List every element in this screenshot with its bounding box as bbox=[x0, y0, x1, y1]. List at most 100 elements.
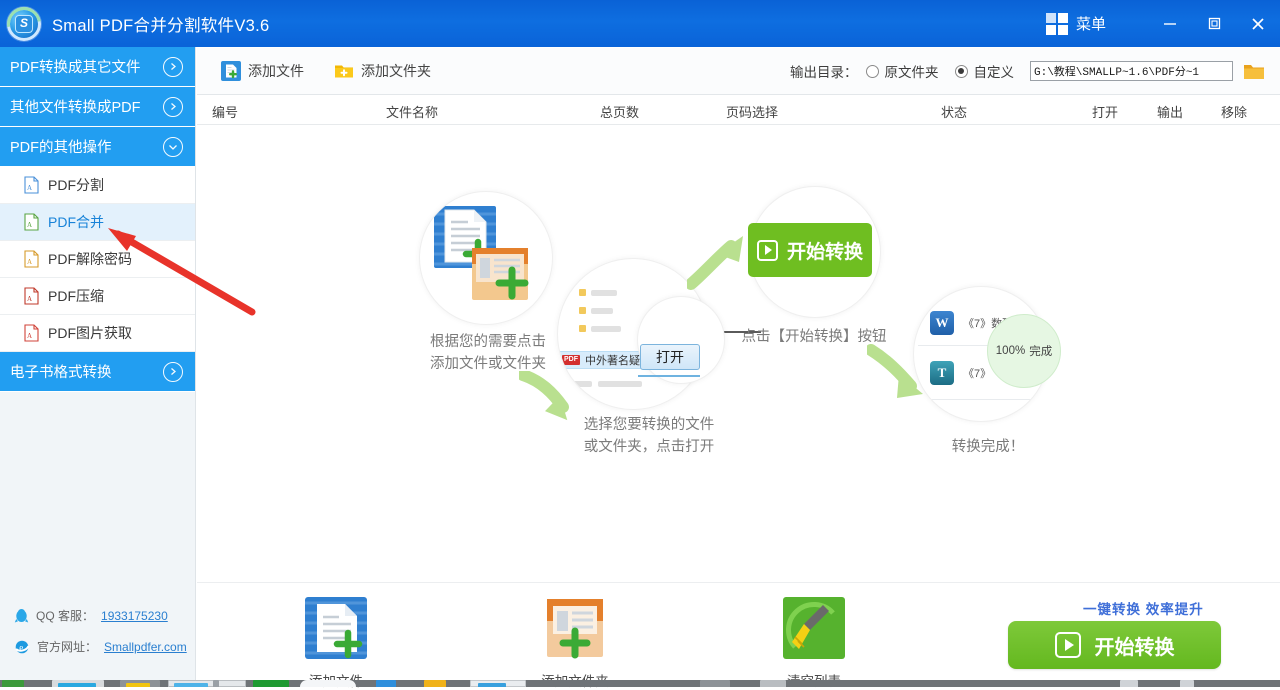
radio-original-label: 原文件夹 bbox=[884, 65, 939, 80]
pdf-file-icon: A bbox=[24, 287, 39, 305]
logo-letter: S bbox=[15, 14, 33, 33]
pdf-file-icon: A bbox=[24, 324, 39, 342]
column-header-filename: 文件名称 bbox=[386, 105, 439, 120]
menu-button[interactable]: 菜单 bbox=[1045, 12, 1106, 35]
sidebar-item-pdf-unlock[interactable]: A PDF解除密码 bbox=[0, 241, 195, 278]
grid-icon bbox=[1045, 12, 1068, 35]
start-convert-label: 开始转换 bbox=[1094, 636, 1175, 659]
pdf-file-icon: A bbox=[24, 213, 39, 231]
chevron-right-icon bbox=[163, 56, 183, 77]
maximize-button[interactable] bbox=[1192, 0, 1236, 47]
bottom-add-file-button[interactable]: 添加文件 bbox=[276, 597, 396, 690]
guide-start-label: 开始转换 bbox=[786, 241, 863, 263]
sidebar-item-pdf-extract-images[interactable]: A PDF图片获取 bbox=[0, 315, 195, 352]
sidebar-category-other-to-pdf[interactable]: 其他文件转换成PDF bbox=[0, 87, 195, 127]
sidebar-category-ebook-convert[interactable]: 电子书格式转换 bbox=[0, 352, 195, 392]
file-dialog-open-button[interactable]: 打开 bbox=[640, 344, 700, 370]
file-dialog-file-name: 中外著名疑 bbox=[585, 355, 640, 367]
svg-text:e: e bbox=[19, 642, 23, 652]
sidebar-category-label: 其他文件转换成PDF bbox=[10, 100, 141, 116]
close-icon bbox=[1252, 17, 1264, 30]
svg-text:A: A bbox=[27, 295, 32, 303]
sidebar-category-pdf-to-other[interactable]: PDF转换成其它文件 bbox=[0, 47, 195, 87]
guide-step4-text: 转换完成！ bbox=[951, 439, 1025, 455]
file-list-column-headers: 编号 文件名称 总页数 页码选择 状态 打开 输出 移除 bbox=[197, 95, 1280, 125]
bottom-clear-list-button[interactable]: 清空列表 bbox=[754, 597, 874, 690]
sidebar-category-label: PDF的其他操作 bbox=[10, 140, 112, 156]
browse-folder-button[interactable] bbox=[1242, 60, 1266, 82]
add-folder-button[interactable]: 添加文件夹 bbox=[334, 61, 431, 81]
guide-step2-line1: 选择您要转换的文件 bbox=[583, 417, 715, 433]
guide-start-button-preview: 开始转换 bbox=[748, 223, 872, 277]
output-path-input[interactable]: G:\教程\SMALLP~1.6\PDF分~1 bbox=[1030, 61, 1233, 81]
sidebar-item-label: PDF压缩 bbox=[48, 288, 104, 304]
add-file-label: 添加文件 bbox=[248, 63, 304, 79]
qq-penguin-icon bbox=[14, 608, 29, 624]
radio-dot bbox=[865, 64, 879, 78]
qq-number-link[interactable]: 1933175230 bbox=[101, 609, 168, 623]
add-folder-icon bbox=[334, 61, 354, 81]
sidebar-item-label: PDF解除密码 bbox=[48, 251, 132, 267]
windows-taskbar[interactable] bbox=[0, 680, 1280, 687]
radio-original-folder[interactable]: 原文件夹 bbox=[865, 61, 939, 81]
column-header-index: 编号 bbox=[212, 105, 239, 120]
sidebar-category-pdf-operations[interactable]: PDF的其他操作 bbox=[0, 127, 195, 167]
app-logo: S bbox=[0, 0, 48, 47]
progress-indicator: 100% 完成 bbox=[987, 314, 1061, 388]
column-header-output: 输出 bbox=[1157, 105, 1184, 120]
toolbar: 添加文件 添加文件夹 输出目录： 原文件夹 自定义 G:\教程\SMALLP~1… bbox=[197, 48, 1280, 95]
guide-step1-text: 根据您的需要点击 添加文件或文件夹 bbox=[393, 331, 583, 375]
sidebar-item-pdf-split[interactable]: A PDF分割 bbox=[0, 167, 195, 204]
maximize-icon bbox=[1208, 17, 1220, 30]
add-folder-icon bbox=[547, 599, 603, 659]
svg-text:A: A bbox=[27, 258, 32, 266]
sidebar-footer: QQ 客服： 1933175230 e 官方网址： Smallpdfer.com bbox=[0, 600, 195, 680]
start-convert-button[interactable]: 开始转换 bbox=[1008, 621, 1221, 669]
result-row2-text: 《7》 bbox=[963, 368, 992, 380]
bottom-add-folder-button[interactable]: 添加文件夹 bbox=[515, 597, 635, 690]
sidebar-category-label: 电子书格式转换 bbox=[10, 365, 112, 381]
app-title: Small PDF合并分割软件V3.6 bbox=[52, 16, 270, 35]
qq-support-row: QQ 客服： 1933175230 bbox=[0, 600, 195, 631]
radio-dot-selected bbox=[954, 64, 968, 78]
sidebar-item-pdf-merge[interactable]: A PDF合并 bbox=[0, 204, 195, 241]
add-file-icon bbox=[305, 597, 367, 659]
add-file-icon bbox=[221, 61, 241, 81]
guide-step2-line2: 或文件夹，点击打开 bbox=[583, 439, 715, 455]
sidebar-item-label: PDF分割 bbox=[48, 177, 104, 193]
svg-text:A: A bbox=[27, 184, 32, 192]
guide-step1-circle bbox=[419, 191, 553, 325]
sidebar-item-pdf-compress[interactable]: A PDF压缩 bbox=[0, 278, 195, 315]
website-label: 官方网址： bbox=[37, 640, 98, 654]
word-document-icon: W bbox=[930, 311, 954, 335]
title-bar: S Small PDF合并分割软件V3.6 菜单 bbox=[0, 0, 1280, 47]
website-link[interactable]: Smallpdfer.com bbox=[104, 640, 187, 654]
column-header-open: 打开 bbox=[1092, 105, 1119, 120]
folder-browse-icon bbox=[1244, 64, 1264, 79]
minimize-icon bbox=[1164, 22, 1176, 25]
close-button[interactable] bbox=[1236, 0, 1280, 47]
result-row-text: T 《7》 bbox=[930, 361, 991, 385]
guide-step1-line1: 根据您的需要点击 bbox=[430, 334, 546, 350]
column-header-pagerange: 页码选择 bbox=[726, 105, 779, 120]
text-document-icon: T bbox=[930, 361, 954, 385]
play-icon bbox=[1054, 632, 1081, 658]
radio-custom-folder[interactable]: 自定义 bbox=[954, 61, 1014, 81]
minimize-button[interactable] bbox=[1148, 0, 1192, 47]
website-row: e 官方网址： Smallpdfer.com bbox=[0, 631, 195, 662]
qq-support-label: QQ 客服： bbox=[36, 609, 95, 623]
sidebar-category-label: PDF转换成其它文件 bbox=[10, 60, 141, 76]
output-directory-label: 输出目录： bbox=[790, 65, 858, 80]
file-dialog-underline bbox=[638, 375, 700, 377]
add-file-illustration bbox=[434, 206, 529, 300]
progress-percent: 100% bbox=[995, 345, 1026, 357]
output-directory-group: 输出目录： 原文件夹 自定义 G:\教程\SMALLP~1.6\PDF分~1 bbox=[790, 60, 1280, 82]
progress-label: 完成 bbox=[1029, 346, 1053, 358]
add-file-button[interactable]: 添加文件 bbox=[221, 61, 304, 81]
play-icon bbox=[756, 239, 778, 261]
add-folder-label: 添加文件夹 bbox=[361, 63, 431, 79]
column-header-status: 状态 bbox=[941, 105, 968, 120]
chevron-right-icon bbox=[163, 361, 183, 382]
guide-step2-inner-circle bbox=[637, 296, 725, 384]
svg-text:A: A bbox=[27, 221, 32, 229]
